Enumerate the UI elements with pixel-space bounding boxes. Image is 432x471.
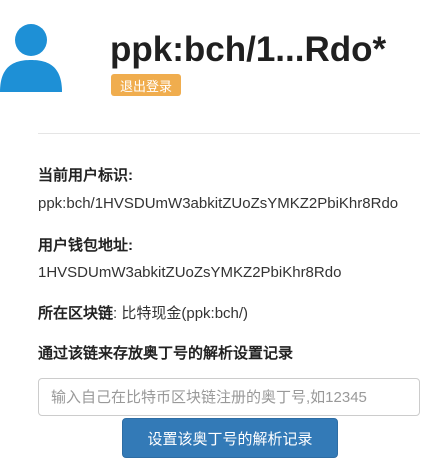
user-id-label: 当前用户标识: (38, 167, 133, 184)
wallet-address-value: 1HVSDUmW3abkitZUoZsYMKZ2PbiKhr8Rdo (38, 264, 342, 281)
chain-label: 所在区块链 (38, 305, 114, 322)
odin-number-input-wrapper (38, 378, 420, 416)
chain-value: : 比特现金(ppk:bch/) (113, 305, 249, 322)
wallet-address-label: 用户钱包地址: (38, 237, 133, 254)
odin-number-input[interactable] (39, 379, 419, 415)
user-avatar-icon (0, 24, 62, 92)
chain-row: 所在区块链: 比特现金(ppk:bch/) (38, 302, 248, 323)
page-title: ppk:bch/1...Rdo* (110, 30, 387, 69)
set-record-button[interactable]: 设置该奥丁号的解析记录 (122, 418, 338, 458)
logout-button[interactable]: 退出登录 (111, 74, 181, 96)
divider (38, 133, 420, 134)
user-id-value: ppk:bch/1HVSDUmW3abkitZUoZsYMKZ2PbiKhr8R… (38, 195, 399, 212)
form-heading: 通过该链来存放奥丁号的解析设置记录 (38, 345, 294, 362)
